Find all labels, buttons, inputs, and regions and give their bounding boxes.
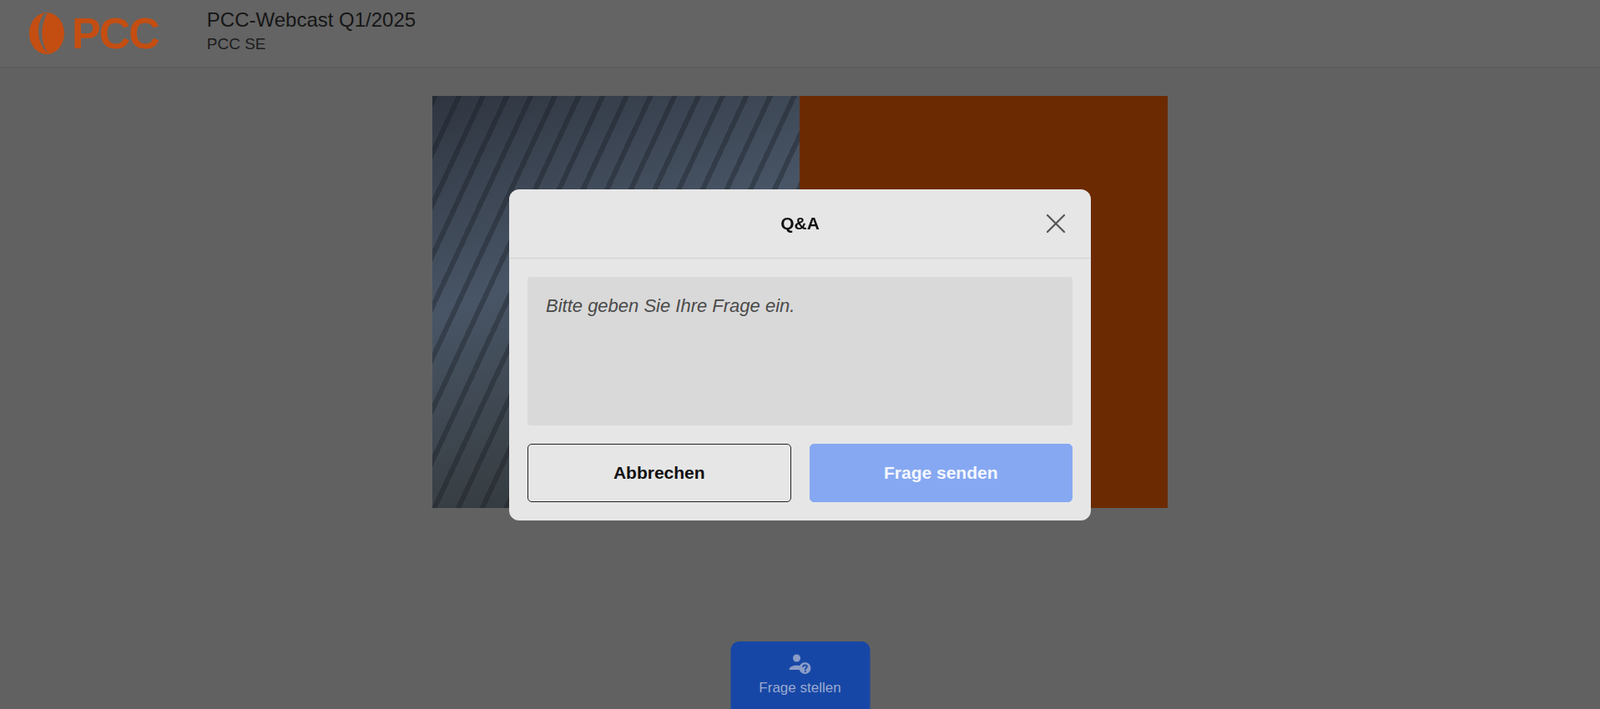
- webcast-page: PCC PCC-Webcast Q1/2025 PCC SE Frage stelle…: [0, 0, 1600, 709]
- person-question-icon: [788, 653, 813, 676]
- header: PCC PCC-Webcast Q1/2025 PCC SE: [0, 0, 1600, 68]
- dialog-header: Q&A: [509, 189, 1091, 259]
- close-button[interactable]: [1044, 211, 1068, 236]
- ask-question-label: Frage stellen: [758, 680, 841, 697]
- dialog-body: Abbrechen Frage senden: [509, 258, 1091, 521]
- cancel-button[interactable]: Abbrechen: [527, 444, 792, 503]
- send-button: Frage senden: [809, 444, 1074, 503]
- webcast-title: PCC-Webcast Q1/2025: [206, 8, 416, 32]
- pcc-logo-icon: [28, 11, 66, 56]
- logo-text: PCC: [71, 11, 159, 56]
- webcast-titles: PCC-Webcast Q1/2025 PCC SE: [206, 8, 416, 54]
- qa-dialog: Q&A Abbrechen Frage senden: [509, 189, 1091, 521]
- question-input[interactable]: [527, 277, 1073, 426]
- dialog-actions: Abbrechen Frage senden: [527, 444, 1073, 503]
- dialog-title: Q&A: [780, 213, 820, 234]
- ask-question-button[interactable]: Frage stellen: [730, 641, 870, 709]
- company-name: PCC SE: [206, 35, 416, 54]
- close-icon: [1045, 213, 1066, 234]
- modal-backdrop: Q&A Abbrechen Frage senden: [0, 0, 1600, 709]
- logo: PCC: [28, 11, 159, 56]
